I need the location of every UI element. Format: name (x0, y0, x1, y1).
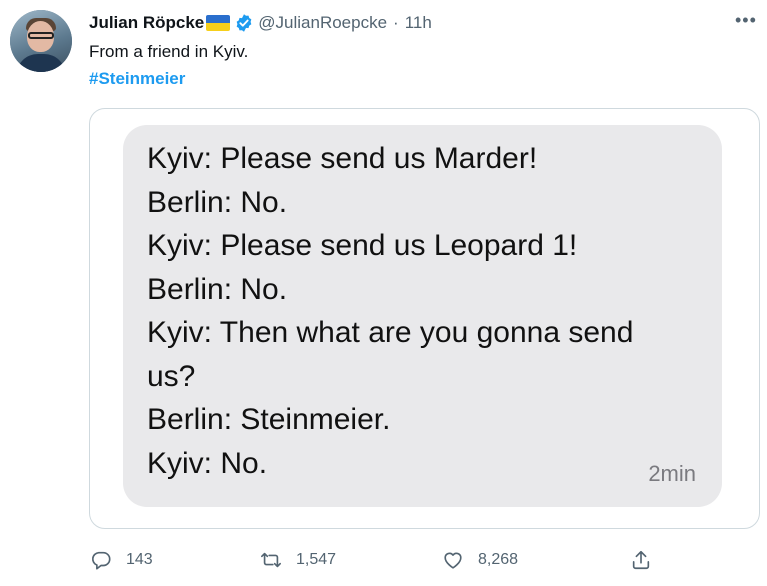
message-timestamp: 2min (648, 461, 696, 486)
heart-icon (444, 552, 462, 569)
like-count: 8,268 (478, 551, 519, 568)
hashtag-link[interactable]: #Steinmeier (89, 69, 185, 89)
retweet-button[interactable]: 1,547 (260, 543, 336, 577)
tweet-actions: 143 1,547 8,268 (0, 543, 767, 577)
chat-line: Berlin: No. (147, 272, 288, 306)
ukraine-flag-icon (206, 15, 231, 31)
chat-line: Kyiv: Please send us Leopard 1! (147, 229, 578, 262)
tweet-media[interactable]: Kyiv: Please send us Marder! Berlin: No.… (89, 108, 760, 529)
share-button[interactable] (630, 543, 652, 577)
header-separator: · (393, 13, 399, 32)
like-button[interactable]: 8,268 (442, 543, 518, 577)
more-options-icon[interactable]: ••• (735, 10, 757, 31)
verified-badge-icon (234, 13, 254, 33)
chat-lines: Kyiv: Please send us Marder! Berlin: No.… (147, 137, 707, 485)
reply-icon (91, 551, 111, 570)
chat-line: Kyiv: Then what are you gonna send (147, 316, 634, 349)
reply-count: 143 (126, 551, 153, 568)
chat-line: Berlin: No. (147, 185, 288, 219)
author-name[interactable]: Julian Röpcke (89, 13, 204, 33)
chat-line: Kyiv: No. (147, 446, 268, 480)
tweet-header: Julian Röpcke @JulianRoepcke · 11h (89, 12, 432, 34)
tweet-time[interactable]: 11h (405, 13, 432, 33)
retweet-count: 1,547 (296, 551, 337, 568)
retweet-icon (261, 552, 281, 568)
avatar[interactable] (10, 10, 72, 72)
chat-line: us? (147, 359, 196, 393)
avatar-glasses (28, 32, 54, 39)
reply-button[interactable]: 143 (90, 543, 153, 577)
chat-line: Kyiv: Please send us Marder! (147, 142, 538, 175)
share-icon (632, 550, 650, 570)
author-handle[interactable]: @JulianRoepcke (258, 13, 387, 33)
chat-line: Berlin: Steinmeier. (147, 403, 391, 436)
tweet-text: From a friend in Kyiv. (89, 42, 249, 61)
chat-bubble: Kyiv: Please send us Marder! Berlin: No.… (123, 125, 722, 507)
